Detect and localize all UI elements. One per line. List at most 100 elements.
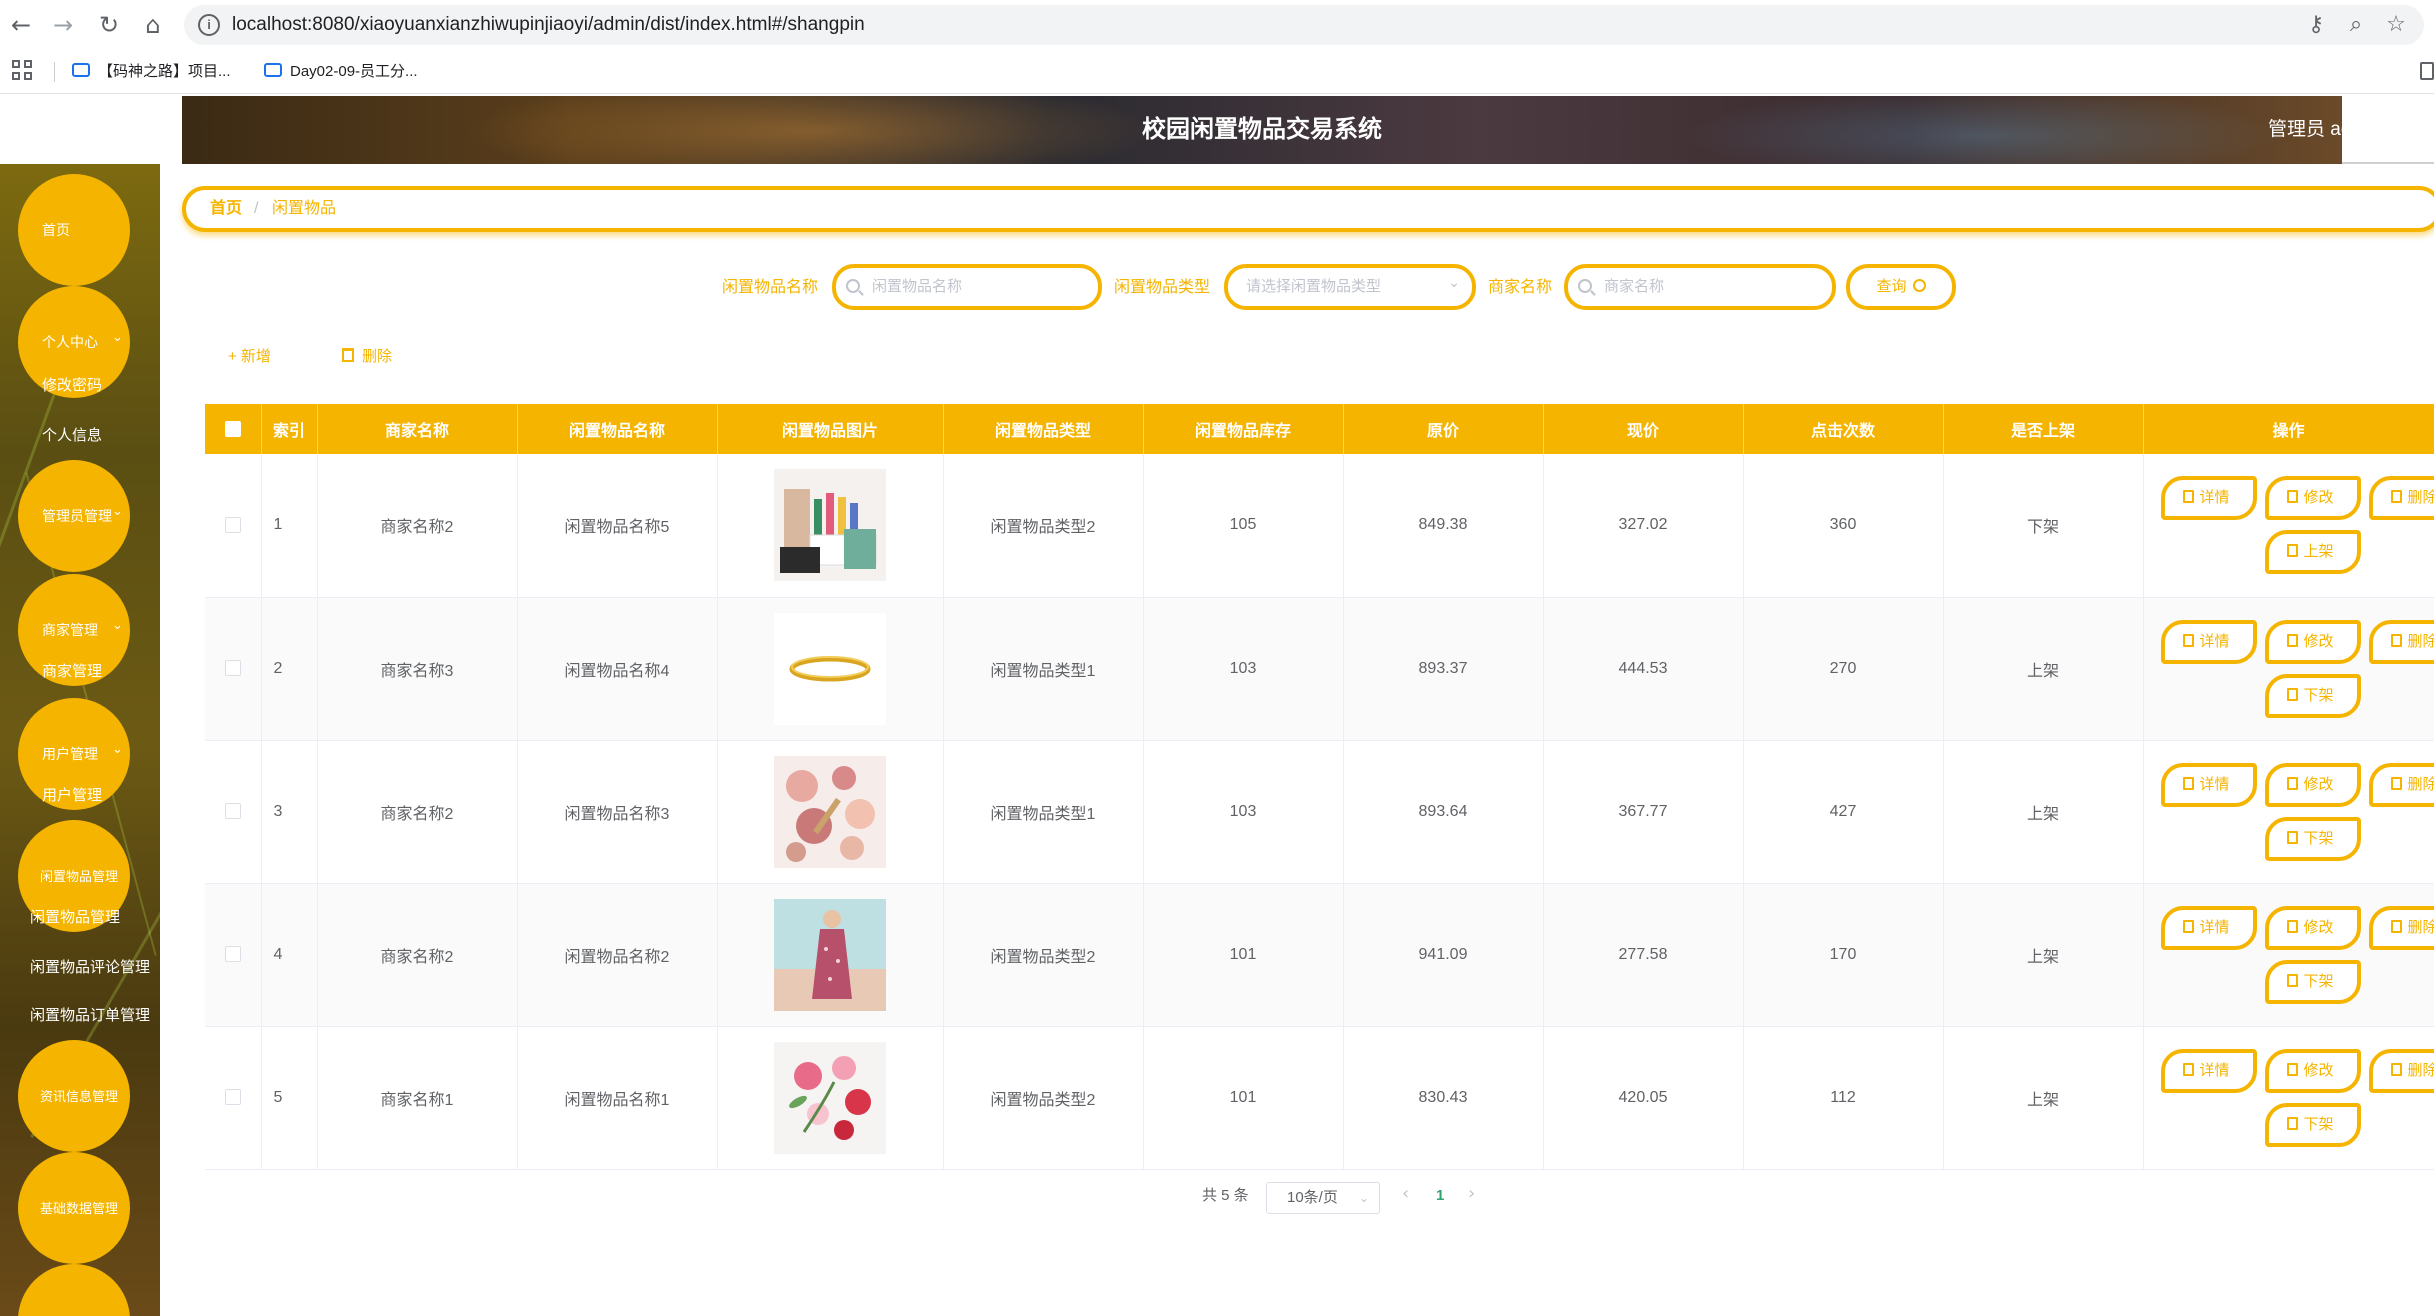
edit-button[interactable]: 修改 [2264, 476, 2361, 520]
delete-button[interactable]: 删除 [2368, 619, 2433, 664]
detail-button[interactable]: 详情 [2160, 619, 2257, 664]
cell-stock: 101 [1143, 883, 1344, 1027]
edit-icon [2286, 1062, 2298, 1076]
goods-type-label: 闲置物品类型 [1114, 279, 1211, 296]
toggle-listing-button[interactable]: 上架 [2264, 530, 2361, 574]
detail-label: 详情 [2199, 1061, 2230, 1079]
sidebar-item-home[interactable] [18, 174, 130, 286]
breadcrumb-home[interactable]: 首页 [210, 190, 242, 228]
checkbox[interactable] [224, 420, 241, 437]
breadcrumb-current: 闲置物品 [272, 200, 337, 217]
detail-button[interactable]: 详情 [2160, 905, 2257, 950]
edit-button[interactable]: 修改 [2264, 762, 2361, 807]
cell-merchant: 商家名称2 [317, 740, 518, 884]
home-icon[interactable]: ⌂ [136, 8, 170, 42]
add-button[interactable]: + 新增 [228, 344, 271, 370]
row-checkbox[interactable] [205, 454, 262, 598]
sidebar-subitem-idle-goods-management[interactable]: 闲置物品管理 [30, 906, 120, 927]
checkbox[interactable] [224, 946, 241, 963]
edit-button[interactable]: 修改 [2264, 905, 2361, 950]
cell-goods-name: 闲置物品名称3 [517, 740, 718, 884]
trash-icon [2390, 633, 2402, 647]
prev-page-icon[interactable]: ‹ [1402, 1182, 1409, 1206]
goods-image-gold-bracelet[interactable] [774, 612, 886, 725]
all-bookmarks-icon[interactable] [2420, 62, 2434, 80]
url-text[interactable]: localhost:8080/xiaoyuanxianzhiwupinjiaoy… [232, 5, 865, 45]
document-icon [2286, 1116, 2298, 1130]
bilibili-icon [72, 63, 90, 77]
checkbox[interactable] [224, 803, 241, 820]
cell-current-price: 420.05 [1543, 1026, 1744, 1170]
row-checkbox[interactable] [205, 597, 262, 741]
query-button[interactable]: 查询 [1846, 264, 1956, 310]
sidebar-subitem-idle-goods-comments[interactable]: 闲置物品评论管理 [30, 956, 150, 977]
toggle-listing-button[interactable]: 下架 [2264, 673, 2361, 718]
detail-button[interactable]: 详情 [2160, 762, 2257, 807]
goods-image-flowers[interactable] [774, 1041, 886, 1154]
select-all-checkbox[interactable] [205, 404, 262, 454]
toggle-listing-label: 下架 [2303, 686, 2334, 704]
document-icon [2286, 687, 2298, 701]
bookmarks-separator [54, 62, 55, 82]
back-icon[interactable]: ← [4, 8, 38, 42]
chevron-down-icon: ⌄ [1448, 275, 1460, 291]
sidebar-subitem-change-password[interactable]: 修改密码 [42, 374, 102, 395]
row-checkbox[interactable] [205, 740, 262, 884]
toggle-listing-button[interactable]: 下架 [2264, 959, 2361, 1004]
delete-label: 删除 [2407, 918, 2434, 936]
password-key-icon[interactable]: ⚷ [2302, 11, 2330, 39]
goods-image-floral-dress[interactable] [774, 898, 886, 1011]
bookmark-label: 【码神之路】项目... [98, 63, 231, 80]
checkbox[interactable] [224, 517, 241, 534]
forward-icon[interactable]: → [46, 8, 80, 42]
detail-button[interactable]: 详情 [2160, 476, 2257, 520]
row-checkbox[interactable] [205, 1026, 262, 1170]
zoom-icon[interactable]: ⌕ [2342, 11, 2370, 39]
reload-icon[interactable]: ↻ [92, 8, 126, 42]
sidebar-subitem-user-management[interactable]: 用户管理 [42, 784, 102, 805]
cell-operations: 详情 修改 删除 下架 [2143, 1026, 2434, 1170]
bookmark-item[interactable]: Day02-09-员工分... [264, 60, 418, 84]
site-info-icon[interactable]: i [198, 14, 220, 36]
sidebar-item-more[interactable] [18, 1264, 130, 1316]
current-user[interactable]: 管理员 ad [2268, 96, 2342, 164]
row-checkbox[interactable] [205, 883, 262, 1027]
header-divider [2342, 162, 2434, 164]
cell-clicks: 170 [1743, 883, 1944, 1027]
toggle-listing-button[interactable]: 下架 [2264, 1102, 2361, 1147]
goods-image-cosmetics-organizer[interactable] [774, 469, 886, 582]
delete-button[interactable]: 删除 [2368, 476, 2433, 520]
sidebar-subitem-merchant-management[interactable]: 商家管理 [42, 660, 102, 681]
next-page-icon[interactable]: › [1468, 1182, 1475, 1206]
search-icon [1578, 279, 1592, 293]
goods-image-makeup-powders[interactable] [774, 755, 886, 868]
page-size-select[interactable]: 10条/页 ⌄ [1266, 1182, 1380, 1214]
delete-button[interactable]: 删除 [2368, 905, 2434, 950]
goods-name-input[interactable]: 闲置物品名称 [832, 264, 1102, 310]
bookmark-star-icon[interactable]: ☆ [2382, 11, 2410, 39]
sidebar-item-label: 资讯信息管理 [40, 1089, 119, 1104]
edit-label: 修改 [2303, 918, 2334, 936]
address-bar[interactable]: i localhost:8080/xiaoyuanxianzhiwupinjia… [184, 5, 2424, 45]
detail-button[interactable]: 详情 [2160, 1048, 2257, 1093]
delete-button[interactable]: 删除 [2368, 1048, 2433, 1093]
edit-button[interactable]: 修改 [2264, 1048, 2361, 1093]
merchant-name-input[interactable]: 商家名称 [1564, 264, 1836, 310]
cell-goods-image [717, 1026, 944, 1170]
page-number[interactable]: 1 [1436, 1184, 1444, 1208]
cell-current-price: 327.02 [1543, 454, 1744, 598]
delete-button[interactable]: 删除 [2368, 762, 2433, 807]
sidebar-subitem-personal-info[interactable]: 个人信息 [42, 424, 102, 445]
detail-label: 详情 [2199, 918, 2230, 936]
batch-delete-button[interactable]: 删除 [342, 344, 392, 370]
sidebar-subitem-idle-goods-orders[interactable]: 闲置物品订单管理 [30, 1004, 150, 1025]
document-icon [2286, 973, 2298, 987]
toggle-listing-button[interactable]: 下架 [2264, 816, 2361, 861]
query-label: 查询 [1876, 278, 1907, 295]
checkbox[interactable] [224, 1089, 241, 1106]
goods-type-select[interactable]: 请选择闲置物品类型 ⌄ [1224, 264, 1476, 310]
checkbox[interactable] [224, 660, 241, 677]
bookmark-item[interactable]: 【码神之路】项目... [72, 60, 231, 84]
edit-button[interactable]: 修改 [2264, 619, 2361, 664]
apps-grid-icon[interactable] [12, 60, 34, 82]
